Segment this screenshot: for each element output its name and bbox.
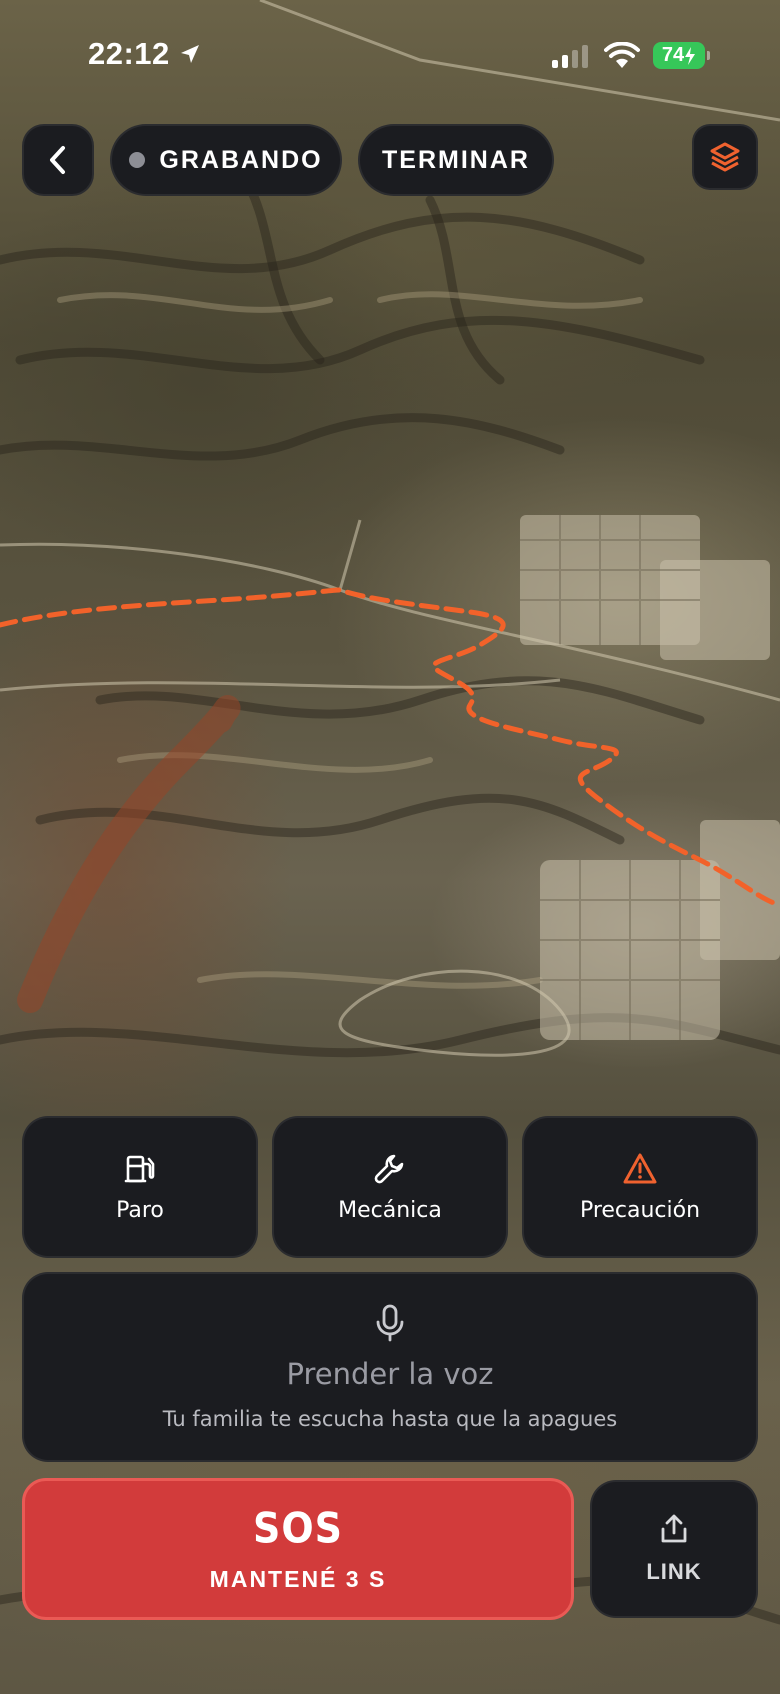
sos-subtitle: MANTENÉ 3 S	[209, 1565, 387, 1592]
sos-title: SOS	[252, 1503, 344, 1552]
battery-cap	[707, 51, 710, 60]
quick-action-mecanica[interactable]: Mecánica	[272, 1116, 508, 1258]
end-label: TERMINAR	[382, 145, 530, 174]
recording-dot-icon	[129, 152, 146, 168]
quick-action-label: Precaución	[579, 1197, 701, 1223]
chevron-left-icon	[50, 146, 65, 174]
quick-action-precaucion[interactable]: Precaución	[522, 1116, 758, 1258]
quick-action-label: Mecánica	[338, 1197, 442, 1223]
cellular-signal-icon	[552, 44, 588, 68]
battery-level: 74	[661, 44, 685, 66]
signal-bar	[552, 60, 558, 68]
fuel-pump-icon	[124, 1155, 155, 1182]
location-arrow-icon	[181, 45, 199, 63]
quick-action-label: Paro	[116, 1197, 164, 1223]
sos-button[interactable]: SOS MANTENÉ 3 S	[22, 1478, 574, 1620]
wifi-icon	[604, 42, 640, 68]
recording-label: GRABANDO	[159, 145, 323, 174]
layers-icon	[710, 142, 740, 172]
share-icon	[661, 1514, 687, 1543]
warning-icon	[623, 1153, 657, 1183]
recording-status-button[interactable]: GRABANDO	[110, 124, 342, 196]
status-bar: 22:12 74	[0, 0, 780, 110]
voice-toggle-card[interactable]: Prender la voz Tu familia te escucha has…	[22, 1272, 758, 1462]
battery-indicator: 74	[653, 42, 705, 69]
map-layers-button[interactable]	[692, 124, 758, 190]
voice-title: Prender la voz	[286, 1357, 494, 1391]
microphone-icon	[376, 1304, 404, 1342]
signal-bar	[562, 55, 568, 68]
signal-bar	[582, 45, 588, 68]
voice-subtitle: Tu familia te escucha hasta que la apagu…	[162, 1407, 618, 1431]
share-link-label: LINK	[646, 1559, 702, 1584]
share-link-button[interactable]: LINK	[590, 1480, 758, 1618]
end-button[interactable]: TERMINAR	[358, 124, 554, 196]
charging-bolt-icon	[685, 46, 696, 65]
back-button[interactable]	[22, 124, 94, 196]
quick-action-paro[interactable]: Paro	[22, 1116, 258, 1258]
status-time: 22:12	[88, 36, 170, 71]
wrench-icon	[374, 1154, 404, 1183]
signal-bar	[572, 50, 578, 68]
